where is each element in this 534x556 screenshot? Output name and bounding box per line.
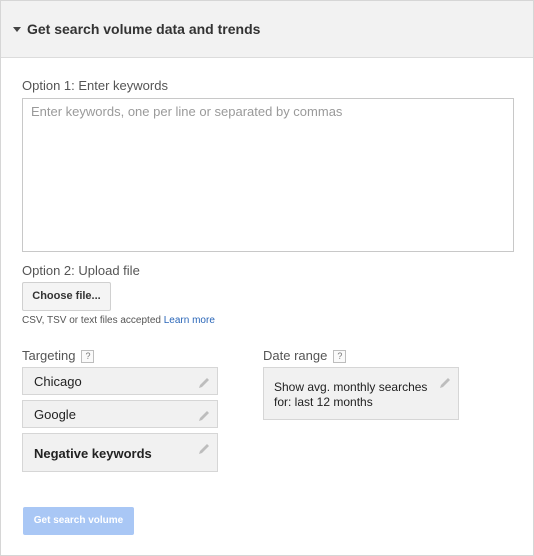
pencil-icon[interactable] <box>438 376 452 390</box>
panel-header[interactable]: Get search volume data and trends <box>1 1 533 58</box>
targeting-location-chip[interactable]: Chicago <box>22 367 218 395</box>
pencil-icon[interactable] <box>197 442 211 456</box>
date-range-label-text: Date range <box>263 348 328 363</box>
learn-more-link[interactable]: Learn more <box>164 315 215 326</box>
pencil-icon[interactable] <box>197 376 211 390</box>
get-search-volume-button[interactable]: Get search volume <box>23 507 134 535</box>
caret-down-icon[interactable] <box>13 27 21 32</box>
targeting-network-label: Google <box>34 407 76 422</box>
question-mark-icon[interactable]: ? <box>81 350 95 363</box>
date-range-label: Date range? <box>263 348 347 363</box>
targeting-label-text: Targeting <box>22 348 76 363</box>
option1-label: Option 1: Enter keywords <box>22 78 168 93</box>
file-types-text: CSV, TSV or text files accepted <box>22 315 161 326</box>
keywords-input[interactable] <box>22 98 514 252</box>
targeting-location-label: Chicago <box>34 374 82 389</box>
negative-keywords-chip[interactable]: Negative keywords <box>22 433 218 472</box>
file-help-text: CSV, TSV or text files accepted Learn mo… <box>22 315 215 326</box>
pencil-icon[interactable] <box>197 409 211 423</box>
option2-label: Option 2: Upload file <box>22 263 140 278</box>
negative-keywords-label: Negative keywords <box>34 446 152 461</box>
date-range-chip[interactable]: Show avg. monthly searches for: last 12 … <box>263 367 459 420</box>
targeting-network-chip[interactable]: Google <box>22 400 218 428</box>
date-range-value: Show avg. monthly searches for: last 12 … <box>274 380 428 409</box>
panel-title: Get search volume data and trends <box>27 21 261 37</box>
search-volume-panel: Get search volume data and trends Option… <box>0 0 534 556</box>
choose-file-button[interactable]: Choose file... <box>22 282 111 311</box>
question-mark-icon[interactable]: ? <box>333 350 347 363</box>
targeting-label: Targeting? <box>22 348 95 363</box>
